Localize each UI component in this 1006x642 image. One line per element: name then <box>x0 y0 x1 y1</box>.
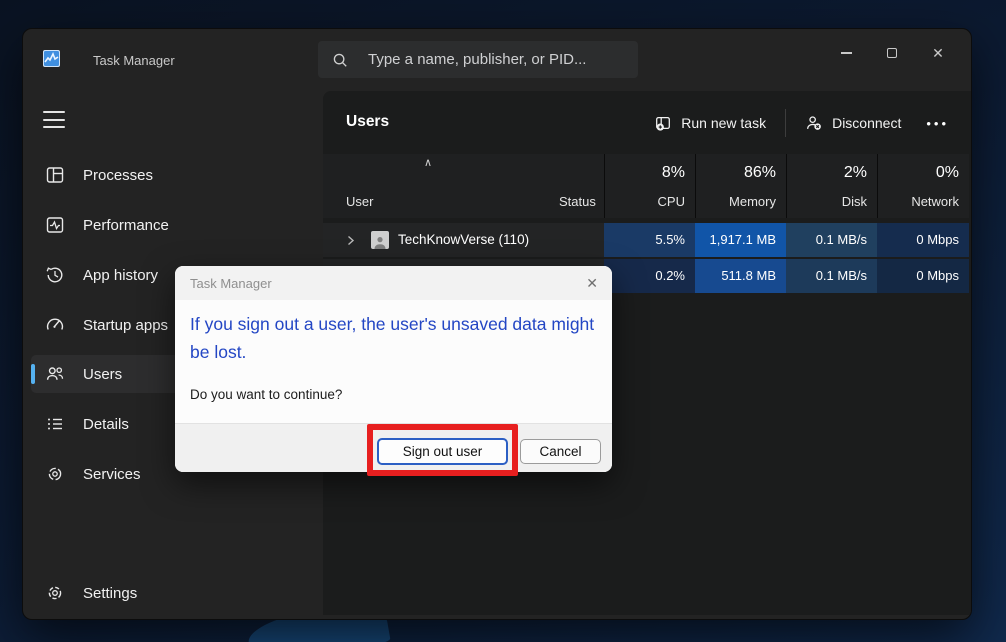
memory-value: 511.8 MB <box>695 259 786 293</box>
page-title: Users <box>346 113 390 130</box>
dialog-heading: If you sign out a user, the user's unsav… <box>190 314 595 362</box>
disk-total-percent: 2% <box>843 164 867 181</box>
performance-icon <box>46 217 64 233</box>
startup-apps-icon <box>46 318 64 330</box>
dialog-titlebar: Task Manager ✕ <box>175 266 612 300</box>
hamburger-icon <box>43 111 65 113</box>
sidebar-item-label: Processes <box>83 166 154 184</box>
disk-value: 0.1 MB/s <box>786 259 877 293</box>
window-controls: ✕ <box>823 37 961 69</box>
selected-accent-pill <box>31 364 35 384</box>
users-icon <box>46 367 64 380</box>
dialog-title: Task Manager <box>190 276 272 291</box>
sidebar-item-label: Settings <box>83 584 138 602</box>
more-options-button[interactable]: ••• <box>920 116 955 131</box>
status-cell <box>546 223 604 257</box>
toolbar-separator <box>785 109 787 137</box>
minimize-icon <box>840 52 852 54</box>
cpu-value: 5.5% <box>604 223 695 257</box>
run-new-task-label: Run new task <box>681 115 767 131</box>
minimize-button[interactable] <box>823 37 869 69</box>
sidebar-item-label: Performance <box>83 216 169 234</box>
cpu-total-percent: 8% <box>661 164 685 181</box>
sidebar-item-label: Startup apps <box>83 316 169 334</box>
search-icon <box>333 53 347 67</box>
gear-icon <box>48 586 62 600</box>
sidebar-item-settings[interactable]: Settings <box>31 574 315 612</box>
sort-ascending-icon: ∧ <box>424 157 433 169</box>
sidebar-item-performance[interactable]: Performance <box>31 206 315 244</box>
column-header-disk[interactable]: 2% Disk <box>786 154 877 218</box>
close-icon: ✕ <box>932 45 944 61</box>
cpu-value: 0.2% <box>604 259 695 293</box>
close-button[interactable]: ✕ <box>915 37 961 69</box>
column-header-status[interactable]: Status <box>546 154 604 218</box>
sidebar-item-processes[interactable]: Processes <box>31 156 315 194</box>
menu-toggle-button[interactable] <box>43 111 65 128</box>
dialog-close-icon[interactable]: ✕ <box>586 275 598 292</box>
cancel-button[interactable]: Cancel <box>520 439 601 464</box>
memory-total-percent: 86% <box>743 164 776 181</box>
disconnect-button[interactable]: Disconnect <box>801 108 905 138</box>
network-value: 0 Mbps <box>877 223 969 257</box>
user-name: TechKnowVerse (110) <box>398 232 530 247</box>
maximize-button[interactable] <box>869 37 915 69</box>
column-header-network[interactable]: 0% Network <box>877 154 969 218</box>
network-value: 0 Mbps <box>877 259 969 293</box>
sidebar-item-label: Details <box>83 415 129 433</box>
app-history-icon <box>46 267 63 283</box>
disconnect-user-icon <box>807 116 821 130</box>
more-options-icon: ••• <box>926 115 949 131</box>
user-avatar <box>371 231 389 249</box>
column-header-cpu[interactable]: 8% CPU <box>604 154 695 218</box>
search-input[interactable]: Type a name, publisher, or PID... <box>318 41 638 78</box>
annotation-highlight <box>367 424 518 476</box>
column-header-memory[interactable]: 86% Memory <box>695 154 786 218</box>
processes-icon <box>46 167 64 183</box>
run-new-task-button[interactable]: Run new task <box>650 108 770 138</box>
memory-value: 1,917.1 MB <box>695 223 786 257</box>
table-row[interactable]: TechKnowVerse (110) 5.5% 1,917.1 MB 0.1 … <box>323 223 969 257</box>
task-manager-logo-icon <box>43 50 60 67</box>
sidebar-item-label: App history <box>83 266 159 284</box>
table-header: ∧ User Status 8% CPU 86% Memory 2% Disk … <box>323 154 969 218</box>
window-title: Task Manager <box>93 53 175 68</box>
sidebar-item-label: Services <box>83 465 141 483</box>
maximize-icon <box>887 48 897 58</box>
column-header-user[interactable]: ∧ User <box>323 154 546 218</box>
disk-value: 0.1 MB/s <box>786 223 877 257</box>
new-task-icon <box>656 116 671 131</box>
dialog-question: Do you want to continue? <box>190 387 343 402</box>
disconnect-label: Disconnect <box>832 115 902 131</box>
chevron-right-icon[interactable] <box>347 235 355 246</box>
search-placeholder: Type a name, publisher, or PID... <box>368 51 587 68</box>
sidebar-item-label: Users <box>83 365 123 383</box>
user-cell[interactable]: TechKnowVerse (110) <box>323 223 546 257</box>
network-total-percent: 0% <box>935 164 959 181</box>
services-icon <box>48 467 62 481</box>
details-icon <box>48 418 62 430</box>
toolbar: Run new task Disconnect ••• <box>650 103 955 143</box>
